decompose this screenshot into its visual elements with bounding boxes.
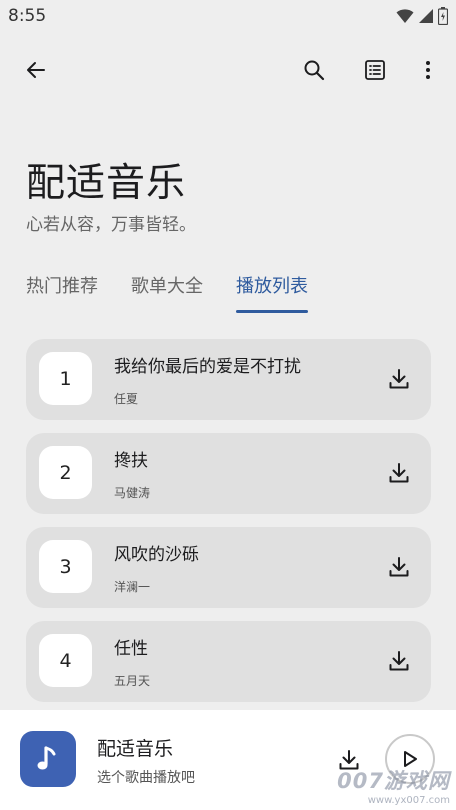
song-artist: 马健涛 <box>114 486 151 500</box>
page-subtitle: 心若从容，万事皆轻。 <box>26 215 196 235</box>
song-item[interactable]: 4 任性 五月天 <box>26 621 431 702</box>
tab-play-queue[interactable]: 播放列表 <box>236 270 308 314</box>
song-item[interactable]: 2 搀扶 马健涛 <box>26 433 431 514</box>
song-index: 3 <box>39 540 92 593</box>
page-title: 配适音乐 <box>26 161 187 206</box>
download-button[interactable] <box>385 459 413 487</box>
download-icon <box>339 750 359 770</box>
song-title: 我给你最后的爱是不打扰 <box>114 357 301 377</box>
tab-bar: 热门推荐 歌单大全 播放列表 <box>26 270 308 314</box>
album-art <box>20 731 76 787</box>
wifi-icon <box>396 8 414 28</box>
player-title: 配适音乐 <box>97 738 174 760</box>
play-icon <box>404 751 417 767</box>
song-artist: 五月天 <box>114 674 151 688</box>
signal-icon <box>418 8 434 28</box>
search-icon <box>304 60 325 81</box>
song-index: 2 <box>39 446 92 499</box>
more-vert-icon <box>426 61 430 79</box>
play-button[interactable] <box>385 734 435 784</box>
back-button[interactable] <box>16 50 56 90</box>
song-title: 任性 <box>114 639 148 659</box>
download-button[interactable] <box>385 365 413 393</box>
list-view-button[interactable] <box>355 50 395 90</box>
status-bar: 8:55 <box>0 0 456 32</box>
song-item[interactable]: 3 风吹的沙砾 洋澜一 <box>26 527 431 608</box>
download-icon <box>389 369 409 389</box>
tab-playlists[interactable]: 歌单大全 <box>131 270 203 314</box>
download-button[interactable] <box>385 647 413 675</box>
song-index: 1 <box>39 352 92 405</box>
back-arrow-icon <box>27 62 45 78</box>
status-time: 8:55 <box>8 6 47 26</box>
more-options-button[interactable] <box>408 50 448 90</box>
download-icon <box>389 463 409 483</box>
song-index: 4 <box>39 634 92 687</box>
list-view-icon <box>365 60 385 80</box>
music-note-icon <box>37 746 56 770</box>
search-button[interactable] <box>294 50 334 90</box>
download-icon <box>389 557 409 577</box>
player-download-button[interactable] <box>335 746 363 774</box>
download-button[interactable] <box>385 553 413 581</box>
battery-icon <box>437 7 449 29</box>
top-app-bar <box>0 44 456 100</box>
song-artist: 洋澜一 <box>114 580 151 594</box>
status-icons <box>396 7 449 29</box>
song-list: 1 我给你最后的爱是不打扰 任夏 2 搀扶 马健涛 3 风吹的沙砾 洋澜一 4 … <box>26 339 431 715</box>
download-icon <box>389 651 409 671</box>
song-artist: 任夏 <box>114 392 139 406</box>
mini-player[interactable]: 配适音乐 选个歌曲播放吧 <box>0 710 456 810</box>
player-subtitle: 选个歌曲播放吧 <box>97 770 195 786</box>
tab-hot-recommend[interactable]: 热门推荐 <box>26 270 98 314</box>
song-title: 搀扶 <box>114 451 148 471</box>
song-item[interactable]: 1 我给你最后的爱是不打扰 任夏 <box>26 339 431 420</box>
song-title: 风吹的沙砾 <box>114 545 199 565</box>
